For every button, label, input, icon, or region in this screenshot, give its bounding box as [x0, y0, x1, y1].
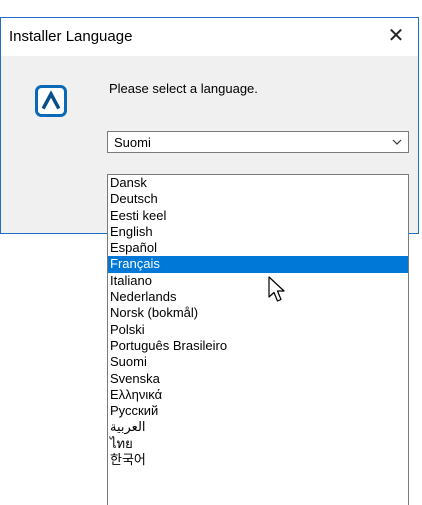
language-option[interactable]: Français [108, 256, 408, 273]
language-option[interactable]: 한국어 [108, 452, 408, 468]
language-option[interactable]: Norsk (bokmål) [108, 305, 408, 321]
language-option[interactable]: العربية [108, 419, 408, 435]
language-option[interactable]: Suomi [108, 354, 408, 370]
chevron-down-icon[interactable] [390, 135, 404, 149]
language-option[interactable]: Deutsch [108, 191, 408, 207]
language-option[interactable]: Português Brasileiro [108, 338, 408, 354]
language-option[interactable]: Svenska [108, 371, 408, 387]
language-select[interactable]: Suomi [107, 131, 409, 153]
close-icon[interactable]: ✕ [388, 25, 405, 47]
window-title: Installer Language [9, 28, 133, 45]
selected-language: Suomi [114, 135, 151, 150]
language-option[interactable]: Español [108, 240, 408, 256]
language-option[interactable]: Polski [108, 322, 408, 338]
installer-app-icon [35, 85, 67, 117]
language-dropdown-list[interactable]: Dansk Deutsch Eesti keel English Español Fran… [107, 174, 409, 505]
language-option[interactable]: Italiano [108, 273, 408, 289]
title-bar[interactable]: Installer Language ✕ [1, 18, 418, 56]
prompt-text: Please select a language. [109, 81, 258, 96]
language-option[interactable]: Nederlands [108, 289, 408, 305]
language-option[interactable]: Ελληνικά [108, 387, 408, 403]
language-option[interactable]: Русский [108, 403, 408, 419]
language-option[interactable]: English [108, 224, 408, 240]
language-option[interactable]: Eesti keel [108, 208, 408, 224]
language-option[interactable]: ไทย [108, 436, 408, 452]
language-option[interactable]: Dansk [108, 175, 408, 191]
close-button[interactable]: ✕ [374, 18, 418, 56]
mouse-pointer-icon [268, 276, 285, 302]
